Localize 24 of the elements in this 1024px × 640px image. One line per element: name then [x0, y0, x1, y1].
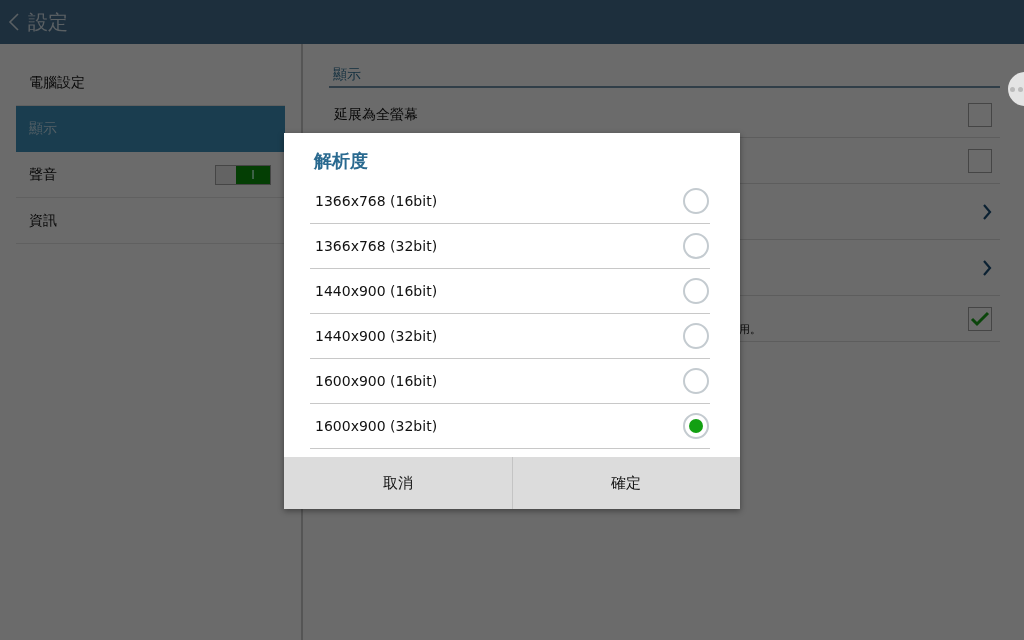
- page-title: 設定: [28, 8, 68, 36]
- radio-button[interactable]: [683, 188, 709, 214]
- radio-button[interactable]: [683, 323, 709, 349]
- resolution-option[interactable]: 1600x900 (16bit): [310, 359, 710, 404]
- sidebar-item[interactable]: 聲音 I: [16, 152, 285, 198]
- resolution-option[interactable]: 1600x900 (32bit): [310, 404, 710, 449]
- setting-label: 延展為全螢幕: [334, 105, 418, 124]
- dialog-title: 解析度: [312, 149, 369, 173]
- resolution-option[interactable]: 1440x900 (32bit): [310, 314, 710, 359]
- resolution-option[interactable]: 1366x768 (32bit): [310, 224, 710, 269]
- radio-button[interactable]: [683, 278, 709, 304]
- setting-description: 用。: [739, 322, 761, 337]
- checkbox[interactable]: [968, 102, 992, 127]
- section-title: 顯示: [329, 66, 1000, 88]
- resolution-option[interactable]: 1440x900 (16bit): [310, 269, 710, 314]
- radio-button[interactable]: [683, 413, 709, 439]
- radio-button[interactable]: [683, 233, 709, 259]
- radio-button[interactable]: [683, 368, 709, 394]
- checkbox[interactable]: [968, 148, 992, 173]
- back-icon[interactable]: [8, 12, 20, 32]
- chevron-right-icon: [982, 202, 992, 221]
- resolution-option[interactable]: 1366x768 (16bit): [310, 179, 710, 224]
- checkbox[interactable]: [968, 306, 992, 331]
- chevron-right-icon: [982, 258, 992, 277]
